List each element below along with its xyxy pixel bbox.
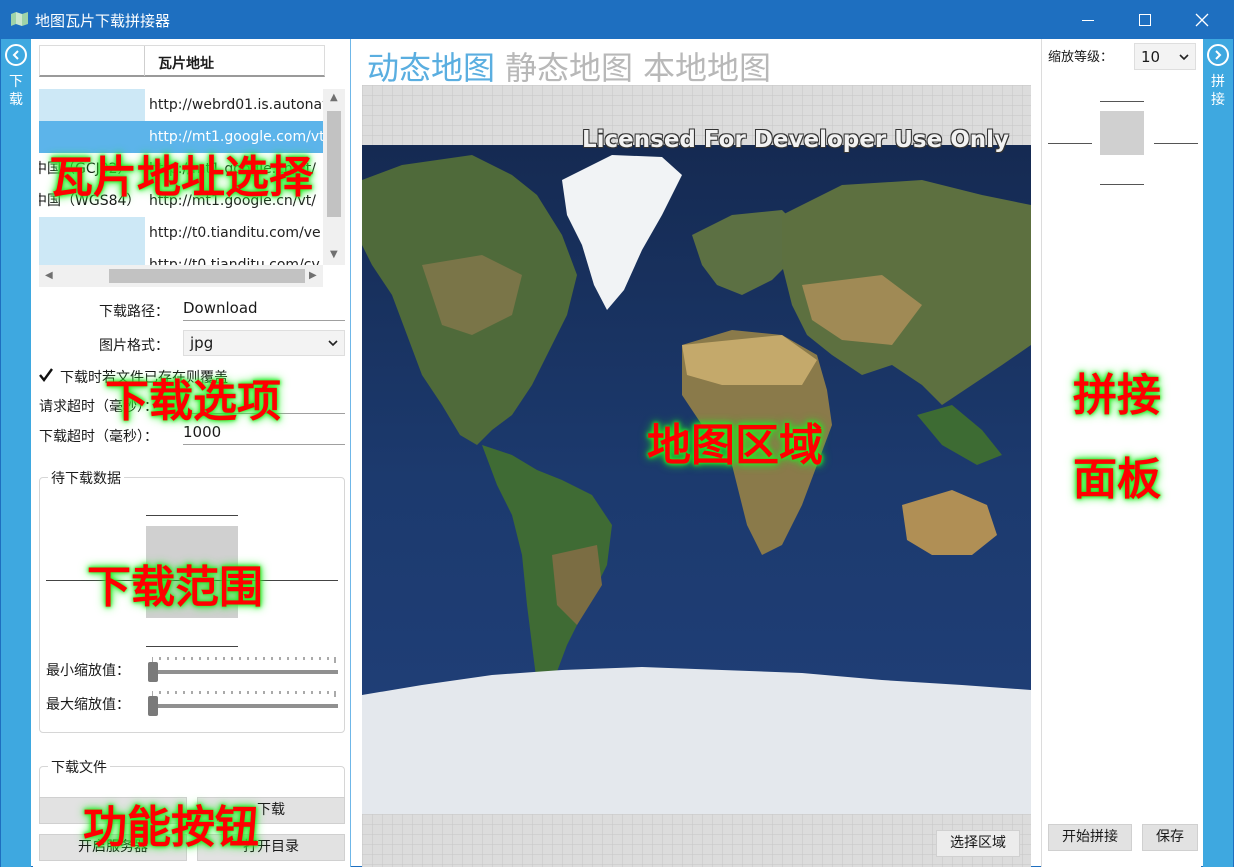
min-zoom-ticks <box>152 657 336 663</box>
image-format-select[interactable]: jpg <box>183 330 345 356</box>
tile-grid-header: 瓦片地址 <box>39 45 325 77</box>
tile-row-name <box>39 217 145 249</box>
download-files-title: 下载文件 <box>48 757 110 777</box>
license-watermark: Licensed For Developer Use Only <box>582 127 1009 153</box>
overwrite-checkbox[interactable] <box>39 368 53 382</box>
zoom-level-select[interactable]: 10 <box>1134 43 1196 70</box>
scrollbar-thumb[interactable] <box>327 111 341 217</box>
pending-download-title: 待下载数据 <box>48 468 124 488</box>
tile-row-name <box>39 89 145 121</box>
scroll-right-icon[interactable]: ▶ <box>309 270 317 281</box>
scroll-left-icon[interactable]: ◀ <box>45 270 53 281</box>
zoom-level-label: 缩放等级： <box>1048 50 1114 65</box>
stitch-top-line <box>1100 101 1144 102</box>
download-timeout-label: 下载超时（毫秒）： <box>39 429 158 445</box>
close-icon <box>1195 13 1209 27</box>
min-zoom-label: 最小缩放值： <box>46 663 130 679</box>
download-toggle-label: 下载 <box>9 74 23 108</box>
start-stitch-button[interactable]: 开始拼接 <box>1048 824 1132 851</box>
scroll-down-icon[interactable]: ▼ <box>330 249 338 260</box>
maximize-button[interactable] <box>1116 1 1174 39</box>
tab-local-map[interactable]: 本地地图 <box>643 43 771 89</box>
tab-static-map[interactable]: 静态地图 <box>505 43 633 89</box>
window-title: 地图瓦片下载拼接器 <box>35 12 171 30</box>
close-button[interactable] <box>1173 1 1231 39</box>
map-icon <box>11 12 28 26</box>
tab-dynamic-map[interactable]: 动态地图 <box>367 43 495 89</box>
min-zoom-slider[interactable] <box>150 670 338 674</box>
scroll-up-icon[interactable]: ▲ <box>330 92 338 103</box>
annotation-function-buttons: 功能按钮 <box>83 802 259 853</box>
min-zoom-slider-thumb[interactable] <box>148 662 158 682</box>
horizontal-scrollbar[interactable]: ◀ ▶ <box>39 265 323 287</box>
save-button[interactable]: 保存 <box>1142 824 1198 851</box>
download-path-label: 下载路径： <box>99 304 169 320</box>
vertical-scrollbar[interactable]: ▲ ▼ <box>323 89 345 265</box>
download-path-input[interactable]: Download <box>183 299 345 321</box>
select-area-button[interactable]: 选择区域 <box>936 830 1020 857</box>
range-top-line <box>146 515 238 516</box>
map-tab-bar: 动态地图 静态地图 本地地图 <box>367 43 781 89</box>
tile-row-url: http://t0.tianditu.com/ve <box>149 225 321 241</box>
chevron-right-icon <box>1207 44 1229 66</box>
minimize-icon <box>1082 19 1094 21</box>
column-separator[interactable] <box>144 46 145 76</box>
max-zoom-slider-thumb[interactable] <box>148 696 158 716</box>
image-format-label: 图片格式： <box>99 338 169 354</box>
annotation-download-options: 下载选项 <box>105 376 281 427</box>
scrollbar-thumb[interactable] <box>109 269 305 283</box>
annotation-stitch-line2: 面板 <box>1073 454 1161 505</box>
tile-row[interactable]: http://t0.tianditu.com/cv <box>39 249 323 265</box>
range-bottom-line <box>146 646 238 647</box>
tile-row[interactable]: http://t0.tianditu.com/ve <box>39 217 323 249</box>
app-window: 地图瓦片下载拼接器 下载 瓦片地址 http://webrd01.is.auto… <box>0 0 1234 867</box>
annotation-map-area: 地图区域 <box>647 420 823 471</box>
stitch-toggle-label: 拼接 <box>1211 74 1225 108</box>
zoom-level-value: 10 <box>1141 48 1161 66</box>
stitch-left-line <box>1048 143 1092 144</box>
tile-row[interactable]: http://webrd01.is.autonavi.com/ <box>39 89 323 121</box>
map-footer-grid <box>362 814 1031 867</box>
annotation-download-range: 下载范围 <box>87 562 263 613</box>
max-zoom-slider[interactable] <box>150 704 338 708</box>
tile-url-column-header[interactable]: 瓦片地址 <box>158 53 214 73</box>
maximize-icon <box>1139 14 1151 26</box>
tile-row-url: http://webrd01.is.autonavi.com/ <box>149 97 323 113</box>
download-panel-toggle[interactable]: 下载 <box>1 39 31 867</box>
stitch-bottom-line <box>1100 184 1144 185</box>
stitch-panel-toggle[interactable]: 拼接 <box>1203 39 1233 867</box>
chevron-down-icon <box>328 340 338 347</box>
map-footer: 选择区域 <box>362 814 1031 867</box>
tile-row-url: http://t0.tianditu.com/cv <box>149 257 320 265</box>
chevron-left-icon <box>5 44 27 66</box>
stitch-preview-box[interactable] <box>1100 111 1144 155</box>
minimize-button[interactable] <box>1059 1 1117 39</box>
stitch-right-line <box>1154 143 1198 144</box>
title-bar[interactable]: 地图瓦片下载拼接器 <box>1 1 1233 39</box>
max-zoom-ticks <box>152 691 336 697</box>
annotation-tile-url-select: 瓦片地址选择 <box>49 152 313 203</box>
annotation-stitch-line1: 拼接 <box>1073 370 1161 421</box>
chevron-down-icon <box>1179 54 1189 61</box>
tile-row-name <box>39 249 145 265</box>
max-zoom-label: 最大缩放值： <box>46 697 130 713</box>
image-format-value: jpg <box>190 334 214 352</box>
